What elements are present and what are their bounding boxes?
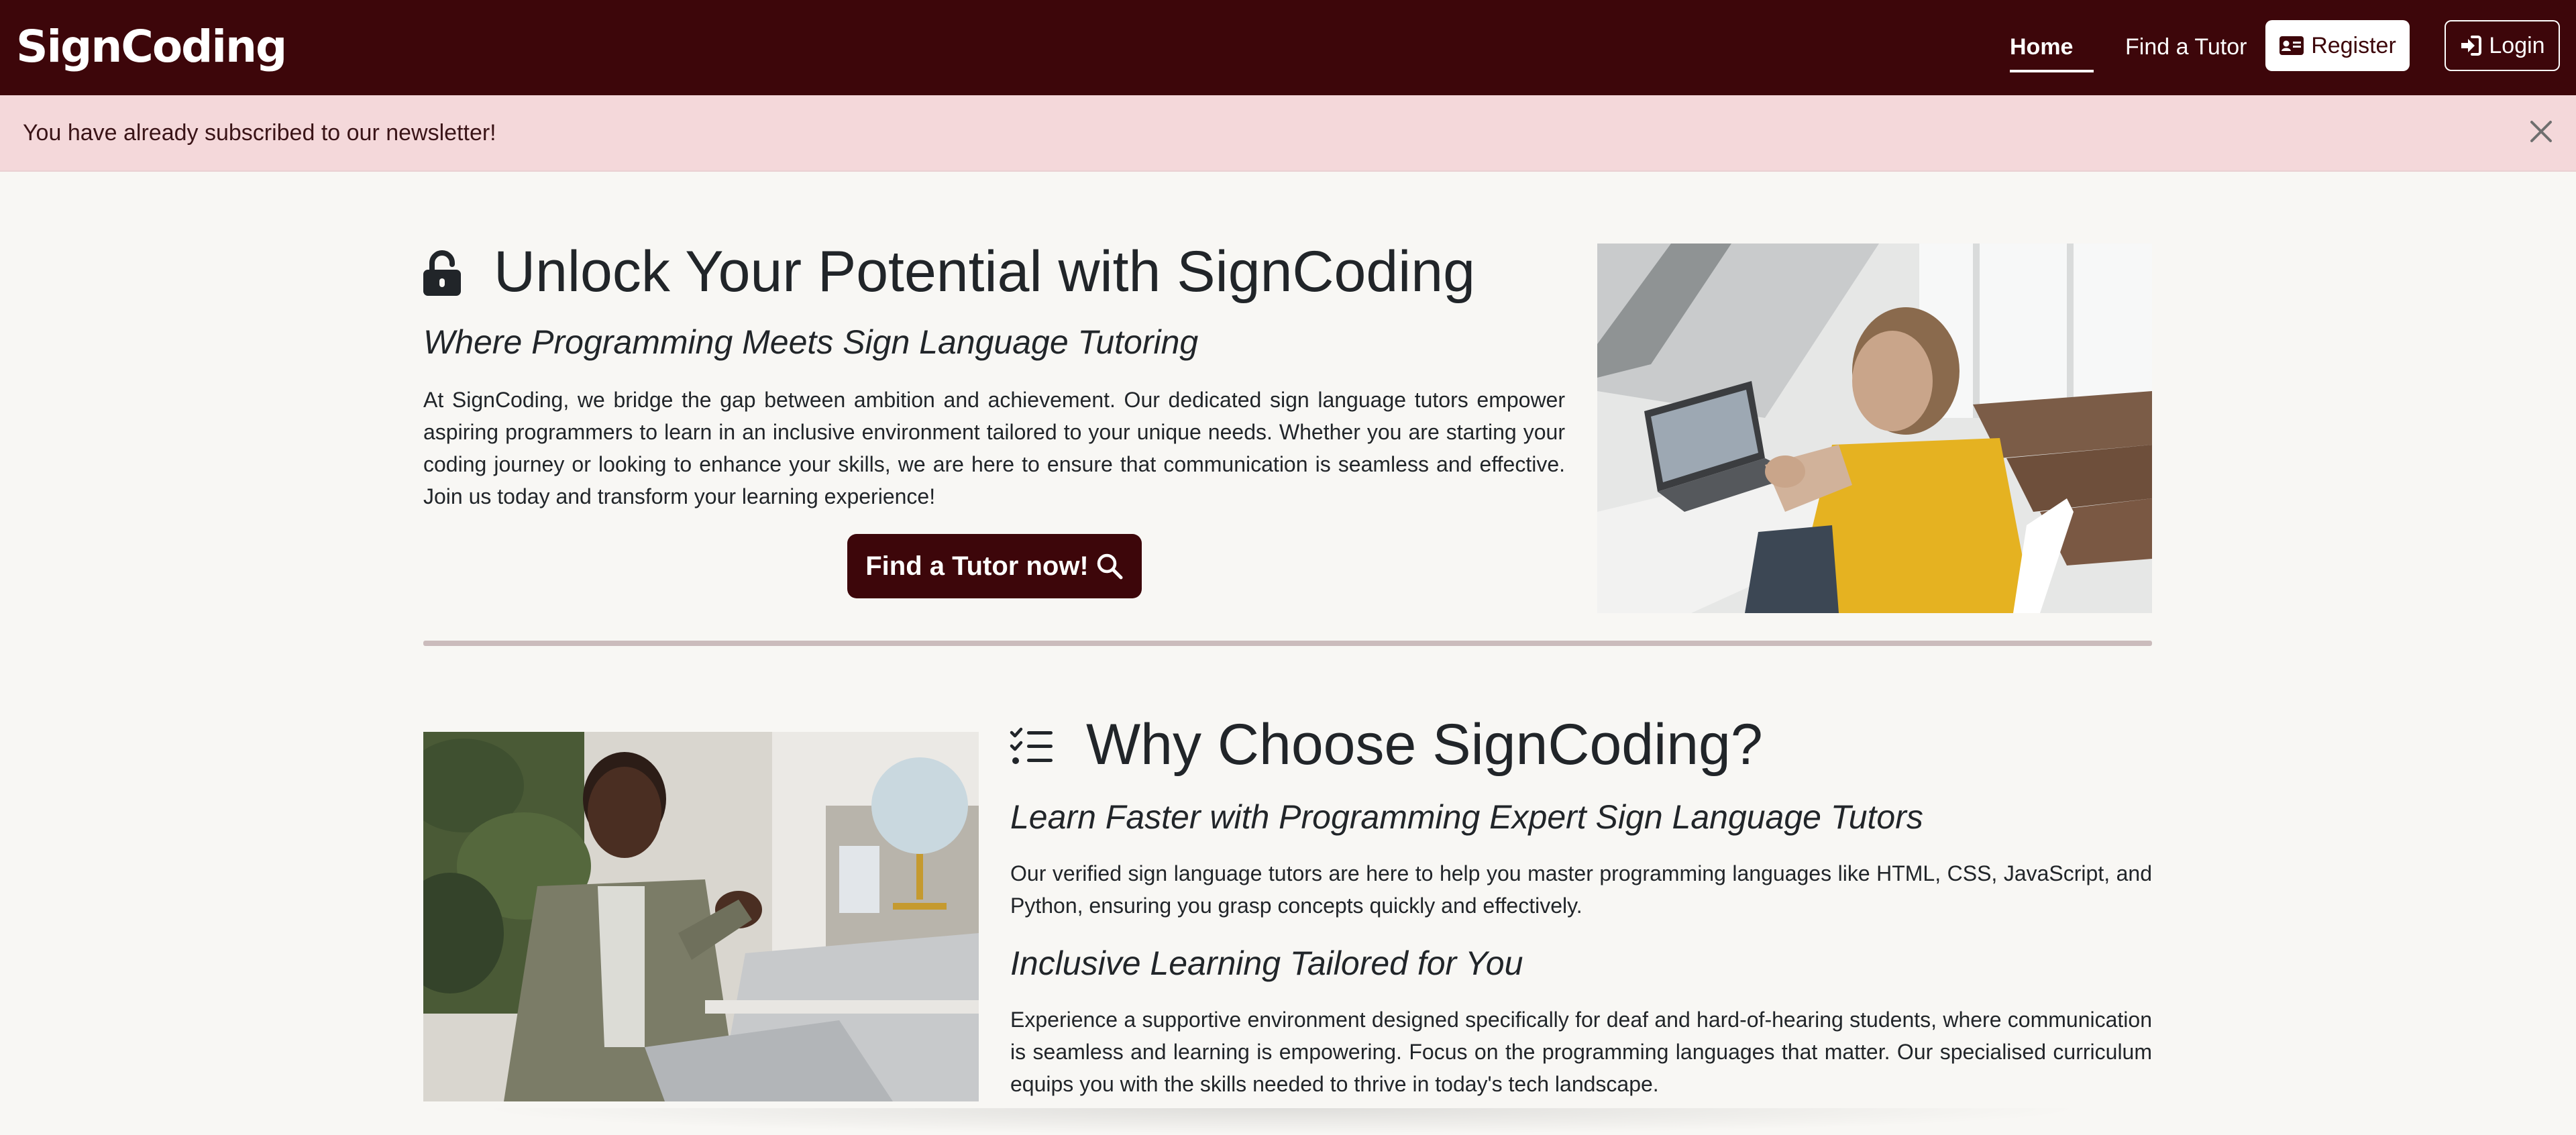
why-title: Why Choose SignCoding? xyxy=(1086,712,1763,777)
hero-paragraph: At SignCoding, we bridge the gap between… xyxy=(423,388,1565,508)
id-card-icon xyxy=(2279,36,2304,55)
why-paragraph-inclusive: Experience a supportive environment desi… xyxy=(1010,1008,2152,1096)
scroll-shadow xyxy=(470,1108,2093,1135)
newsletter-alert: You have already subscribed to our newsl… xyxy=(0,95,2576,172)
brand-logo[interactable]: SignCoding xyxy=(16,19,287,75)
list-check-icon xyxy=(1010,727,1053,764)
nav-link-find-tutor[interactable]: Find a Tutor xyxy=(2125,27,2247,67)
navbar: SignCoding Home Find a Tutor Register Lo… xyxy=(0,0,2576,95)
alert-message: You have already subscribed to our newsl… xyxy=(23,120,496,146)
section-divider xyxy=(423,641,2152,646)
find-tutor-cta-button[interactable]: Find a Tutor now! xyxy=(847,534,1142,598)
register-button[interactable]: Register xyxy=(2265,20,2410,71)
why-paragraph-tutors: Our verified sign language tutors are he… xyxy=(1010,861,2152,918)
why-photo-man-signing xyxy=(423,732,979,1101)
hero-title: Unlock Your Potential with SignCoding xyxy=(494,239,1475,304)
sign-in-icon xyxy=(2461,36,2482,56)
hero-subtitle: Where Programming Meets Sign Language Tu… xyxy=(423,323,1199,361)
nav-link-home[interactable]: Home xyxy=(2010,27,2073,67)
why-subtitle-inclusive: Inclusive Learning Tailored for You xyxy=(1010,944,1523,982)
search-icon xyxy=(1097,553,1123,580)
active-nav-indicator xyxy=(2010,70,2094,72)
hero-photo-student-laptop xyxy=(1597,244,2152,613)
login-label: Login xyxy=(2489,32,2545,58)
close-icon[interactable] xyxy=(2526,117,2556,146)
why-subtitle-tutors: Learn Faster with Programming Expert Sig… xyxy=(1010,798,1923,836)
unlock-icon xyxy=(423,250,461,296)
cta-label: Find a Tutor now! xyxy=(865,551,1089,581)
register-label: Register xyxy=(2311,32,2396,58)
login-button[interactable]: Login xyxy=(2445,20,2560,71)
